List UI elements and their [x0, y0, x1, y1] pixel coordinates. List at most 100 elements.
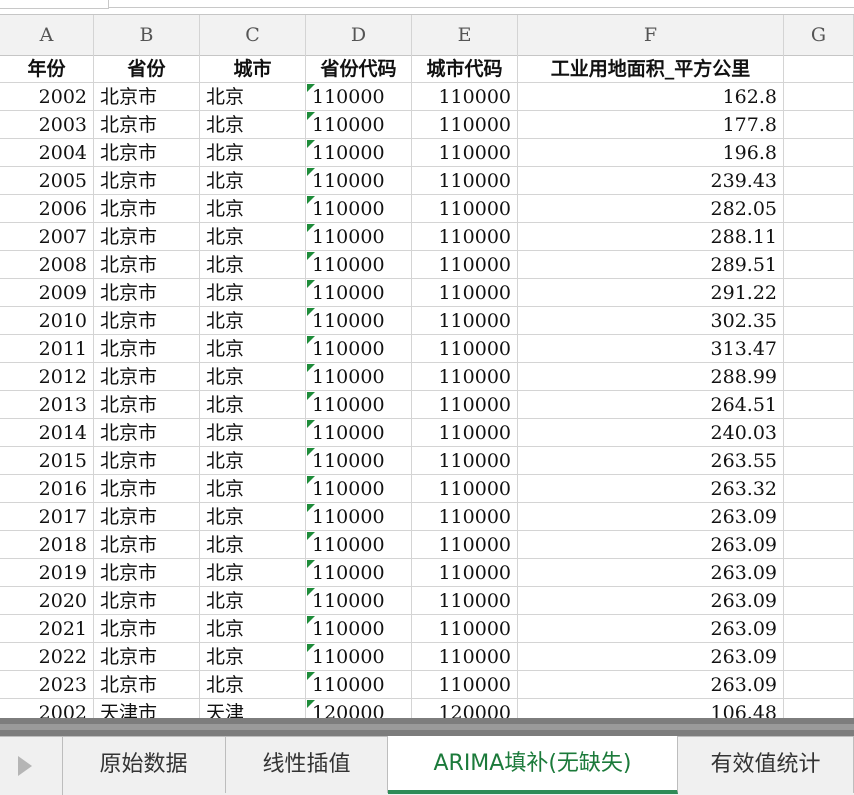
table-cell[interactable]: 天津 [200, 699, 306, 720]
table-cell[interactable]: 北京市 [94, 307, 200, 335]
table-cell[interactable]: 北京 [200, 447, 306, 475]
table-cell[interactable]: 110000 [412, 447, 518, 475]
table-cell[interactable]: 北京市 [94, 279, 200, 307]
table-cell[interactable]: 北京市 [94, 643, 200, 671]
table-cell[interactable]: 2018 [0, 531, 94, 559]
table-cell[interactable]: 北京 [200, 195, 306, 223]
table-cell[interactable]: 北京 [200, 111, 306, 139]
table-cell[interactable]: 110000 [412, 559, 518, 587]
table-cell[interactable]: 北京市 [94, 559, 200, 587]
table-cell[interactable]: 289.51 [518, 251, 784, 279]
table-cell[interactable]: 北京市 [94, 503, 200, 531]
table-cell[interactable]: 110000 [306, 559, 412, 587]
table-cell[interactable]: 120000 [412, 699, 518, 720]
table-cell[interactable]: 282.05 [518, 195, 784, 223]
tab-arima-fill[interactable]: ARIMA填补(无缺失) [388, 736, 678, 794]
empty-cell[interactable] [784, 307, 854, 335]
table-cell[interactable]: 2020 [0, 587, 94, 615]
table-cell[interactable]: 110000 [412, 83, 518, 111]
empty-cell[interactable] [784, 251, 854, 279]
table-cell[interactable]: 263.09 [518, 587, 784, 615]
column-header-c[interactable]: C [200, 15, 306, 55]
table-cell[interactable]: 北京市 [94, 195, 200, 223]
column-header-f[interactable]: F [518, 15, 784, 55]
table-cell[interactable]: 北京 [200, 475, 306, 503]
table-cell[interactable]: 天津市 [94, 699, 200, 720]
empty-cell[interactable] [784, 223, 854, 251]
empty-cell[interactable] [784, 503, 854, 531]
table-cell[interactable]: 2017 [0, 503, 94, 531]
table-cell[interactable]: 2004 [0, 139, 94, 167]
table-cell[interactable]: 北京 [200, 363, 306, 391]
header-cell[interactable]: 省份代码 [306, 55, 412, 83]
table-cell[interactable]: 110000 [412, 195, 518, 223]
table-cell[interactable]: 北京 [200, 83, 306, 111]
table-cell[interactable]: 110000 [306, 419, 412, 447]
table-cell[interactable]: 北京 [200, 139, 306, 167]
empty-cell[interactable] [784, 55, 854, 83]
column-header-b[interactable]: B [94, 15, 200, 55]
column-header-e[interactable]: E [412, 15, 518, 55]
table-cell[interactable]: 北京市 [94, 475, 200, 503]
table-cell[interactable]: 177.8 [518, 111, 784, 139]
table-cell[interactable]: 北京 [200, 671, 306, 699]
table-cell[interactable]: 北京 [200, 615, 306, 643]
table-cell[interactable]: 288.11 [518, 223, 784, 251]
empty-cell[interactable] [784, 335, 854, 363]
column-header-a[interactable]: A [0, 15, 94, 55]
table-cell[interactable]: 263.09 [518, 531, 784, 559]
empty-cell[interactable] [784, 83, 854, 111]
tab-valid-stats[interactable]: 有效值统计 [678, 737, 854, 793]
table-cell[interactable]: 北京 [200, 223, 306, 251]
empty-cell[interactable] [784, 587, 854, 615]
table-cell[interactable]: 110000 [306, 83, 412, 111]
table-cell[interactable]: 2010 [0, 307, 94, 335]
tab-raw-data[interactable]: 原始数据 [62, 737, 226, 793]
table-cell[interactable]: 2015 [0, 447, 94, 475]
column-header-g[interactable]: G [784, 15, 854, 55]
table-cell[interactable]: 北京市 [94, 139, 200, 167]
table-cell[interactable]: 北京 [200, 391, 306, 419]
empty-cell[interactable] [784, 531, 854, 559]
table-cell[interactable]: 196.8 [518, 139, 784, 167]
table-cell[interactable]: 2011 [0, 335, 94, 363]
table-cell[interactable]: 2022 [0, 643, 94, 671]
table-cell[interactable]: 北京市 [94, 111, 200, 139]
table-cell[interactable]: 北京市 [94, 391, 200, 419]
table-cell[interactable]: 263.09 [518, 671, 784, 699]
table-cell[interactable]: 288.99 [518, 363, 784, 391]
table-cell[interactable]: 110000 [412, 419, 518, 447]
empty-cell[interactable] [784, 167, 854, 195]
table-cell[interactable]: 263.09 [518, 643, 784, 671]
table-cell[interactable]: 110000 [306, 251, 412, 279]
table-cell[interactable]: 110000 [412, 475, 518, 503]
table-cell[interactable]: 北京 [200, 531, 306, 559]
table-cell[interactable]: 110000 [412, 587, 518, 615]
empty-cell[interactable] [784, 195, 854, 223]
table-cell[interactable]: 北京 [200, 251, 306, 279]
table-cell[interactable]: 北京市 [94, 447, 200, 475]
empty-cell[interactable] [784, 671, 854, 699]
header-cell[interactable]: 城市 [200, 55, 306, 83]
table-cell[interactable]: 110000 [306, 475, 412, 503]
table-cell[interactable]: 2012 [0, 363, 94, 391]
table-cell[interactable]: 263.09 [518, 559, 784, 587]
table-cell[interactable]: 110000 [412, 111, 518, 139]
table-cell[interactable]: 北京 [200, 559, 306, 587]
table-cell[interactable]: 110000 [412, 391, 518, 419]
table-cell[interactable]: 162.8 [518, 83, 784, 111]
empty-cell[interactable] [784, 279, 854, 307]
table-cell[interactable]: 2014 [0, 419, 94, 447]
empty-cell[interactable] [784, 139, 854, 167]
table-cell[interactable]: 北京市 [94, 363, 200, 391]
table-cell[interactable]: 北京 [200, 419, 306, 447]
table-cell[interactable]: 2009 [0, 279, 94, 307]
table-cell[interactable]: 北京 [200, 279, 306, 307]
table-cell[interactable]: 240.03 [518, 419, 784, 447]
table-cell[interactable]: 313.47 [518, 335, 784, 363]
table-cell[interactable]: 北京 [200, 587, 306, 615]
table-cell[interactable]: 263.55 [518, 447, 784, 475]
table-cell[interactable]: 110000 [306, 111, 412, 139]
table-cell[interactable]: 302.35 [518, 307, 784, 335]
table-cell[interactable]: 北京 [200, 335, 306, 363]
